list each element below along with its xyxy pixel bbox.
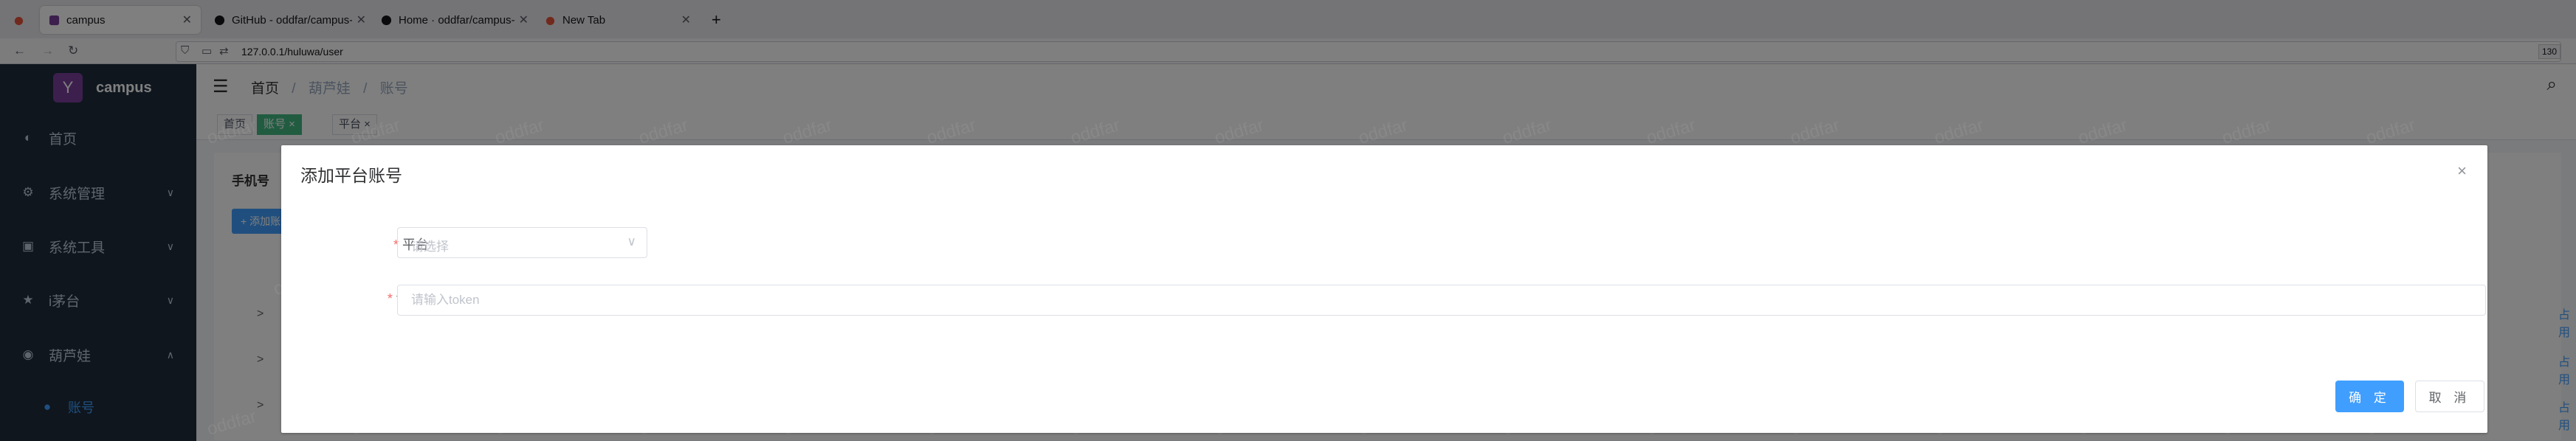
- close-icon[interactable]: ×: [2457, 162, 2467, 181]
- add-platform-account-dialog: 添加平台账号 × * 平台 请选择 ∨ * token 确 定 取 消: [281, 145, 2487, 433]
- token-input[interactable]: [397, 285, 2486, 316]
- chevron-down-icon: ∨: [627, 235, 636, 249]
- confirm-button[interactable]: 确 定: [2335, 381, 2404, 412]
- platform-select[interactable]: 请选择 ∨: [397, 227, 647, 258]
- cancel-button[interactable]: 取 消: [2415, 381, 2484, 412]
- required-mark: *: [387, 291, 393, 306]
- dialog-title: 添加平台账号: [300, 166, 402, 185]
- platform-select-placeholder: 请选择: [411, 240, 449, 254]
